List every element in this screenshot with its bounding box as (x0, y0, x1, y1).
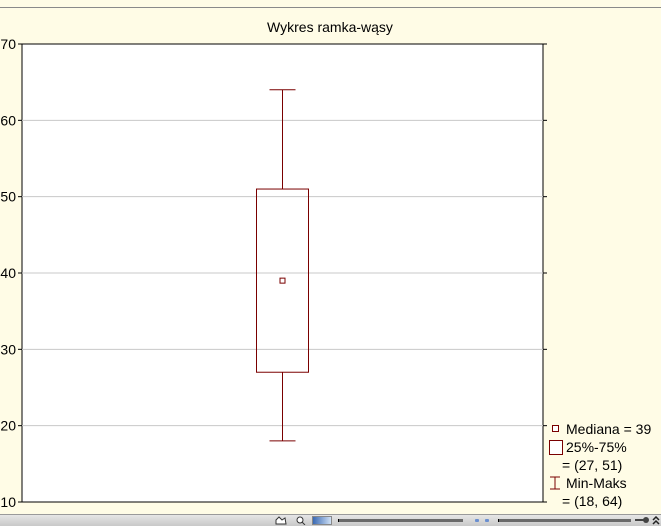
scroll-slider[interactable] (498, 519, 631, 522)
y-tick-label: 30 (0, 341, 16, 357)
chart-legend: Mediana = 39 25%-75% = (27, 51) Min-Maks… (548, 420, 661, 510)
zoom-slider[interactable] (338, 519, 463, 522)
bottom-toolbar (0, 514, 661, 526)
legend-box: 25%-75% (548, 438, 661, 456)
legend-whisker-values-text: = (18, 64) (562, 493, 623, 509)
y-tick-label: 40 (0, 265, 16, 281)
legend-median: Mediana = 39 (548, 420, 661, 438)
legend-whisker-values: = (18, 64) (548, 492, 661, 510)
y-tick-label: 60 (0, 112, 16, 128)
double-chevron-icon[interactable] (652, 516, 661, 525)
legend-box-label: 25%-75% (566, 439, 627, 455)
y-tick-label: 20 (0, 418, 16, 434)
key-icon[interactable] (634, 516, 650, 525)
y-tick-label: 50 (0, 189, 16, 205)
legend-box-values-text: = (27, 51) (562, 457, 623, 473)
y-tick-label: 10 (0, 494, 16, 510)
legend-median-label: Mediana = 39 (566, 421, 652, 437)
hand-icon[interactable] (274, 516, 288, 525)
slider-dots[interactable] (472, 519, 492, 522)
median-marker (279, 277, 286, 284)
y-tick-label: 70 (0, 36, 16, 52)
zoom-icon[interactable] (296, 516, 306, 525)
legend-box-values: = (27, 51) (548, 456, 661, 474)
box-marker-icon (549, 440, 563, 455)
color-swatch-icon[interactable] (312, 516, 332, 525)
median-marker-icon (552, 425, 559, 432)
chart-title: Wykres ramka-wąsy (267, 19, 393, 35)
legend-whisker-label: Min-Maks (566, 475, 627, 491)
legend-whisker: Min-Maks (548, 474, 661, 492)
whisker-marker-icon (550, 476, 560, 490)
